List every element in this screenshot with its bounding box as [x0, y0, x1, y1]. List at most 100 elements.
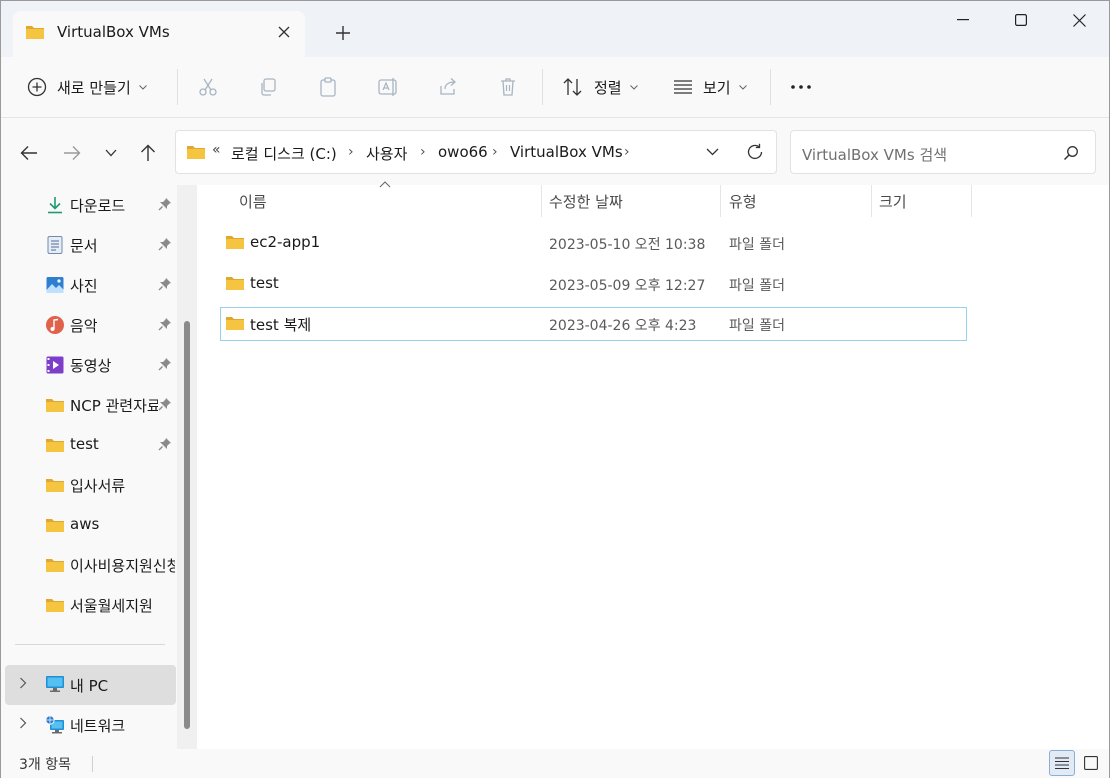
- search-icon[interactable]: [1063, 145, 1079, 161]
- folder-icon: [45, 395, 65, 415]
- details-view-button[interactable]: [1049, 750, 1075, 776]
- file-type: 파일 폴더: [729, 237, 785, 253]
- table-row-focused[interactable]: test 복제 2023-04-26 오후 4:23 파일 폴더: [220, 307, 967, 341]
- delete-button[interactable]: [498, 71, 518, 103]
- sidebar-item-music[interactable]: 음악: [1, 305, 176, 345]
- breadcrumb-separator-icon[interactable]: ›: [624, 144, 630, 160]
- sidebar-item-test[interactable]: test: [1, 425, 176, 465]
- tab-virtualbox-vms[interactable]: VirtualBox VMs: [13, 11, 305, 57]
- status-bar: 3개 항목: [1, 749, 1109, 778]
- pin-icon[interactable]: [158, 197, 172, 211]
- folder-icon: [186, 144, 206, 160]
- sidebar-scrollbar-thumb[interactable]: [184, 321, 190, 729]
- close-tab-icon[interactable]: [273, 21, 295, 43]
- column-header-type[interactable]: 유형: [721, 185, 871, 217]
- close-window-button[interactable]: [1051, 5, 1107, 35]
- details-view-icon: [1055, 757, 1069, 769]
- chevron-right-icon[interactable]: [19, 677, 27, 689]
- breadcrumb-user-folder[interactable]: owo66: [438, 143, 488, 161]
- sidebar-item-aws[interactable]: aws: [1, 505, 176, 545]
- file-date: 2023-04-26 오후 4:23: [549, 318, 697, 334]
- pin-icon[interactable]: [158, 437, 172, 451]
- refresh-icon[interactable]: [746, 143, 764, 161]
- sidebar-item-label: 문서: [70, 237, 98, 255]
- file-name[interactable]: ec2-app1: [250, 233, 320, 251]
- pin-icon[interactable]: [158, 237, 172, 251]
- plus-circle-icon: [27, 77, 47, 97]
- more-options-icon: [791, 85, 811, 89]
- breadcrumb-users[interactable]: 사용자: [366, 143, 407, 164]
- file-name[interactable]: test 복제: [250, 314, 311, 335]
- pin-icon[interactable]: [158, 357, 172, 371]
- column-header-label: 유형: [729, 193, 757, 211]
- download-icon: [45, 195, 65, 215]
- view-button[interactable]: 보기: [673, 71, 747, 103]
- paste-button[interactable]: [318, 71, 338, 103]
- file-name[interactable]: test: [250, 274, 279, 292]
- more-options-button[interactable]: [791, 71, 811, 103]
- sidebar-item-label: NCP 관련자료: [70, 397, 158, 415]
- tab-title: VirtualBox VMs: [57, 23, 170, 41]
- table-row[interactable]: test 2023-05-09 오후 12:27 파일 폴더: [220, 267, 967, 301]
- table-row[interactable]: ec2-app1 2023-05-10 오전 10:38 파일 폴더: [220, 226, 967, 260]
- search-box[interactable]: VirtualBox VMs 검색: [790, 130, 1096, 174]
- sidebar-item-pictures[interactable]: 사진: [1, 265, 176, 305]
- sidebar-item-onboarding-docs[interactable]: 입사서류: [1, 465, 176, 505]
- cut-button[interactable]: [198, 71, 218, 103]
- chevron-down-icon: [105, 149, 117, 157]
- sidebar-item-moving-support[interactable]: 이사비용지원신청: [1, 545, 176, 585]
- sidebar-item-seoul-rent[interactable]: 서울월세지원: [1, 585, 176, 625]
- sidebar-item-downloads[interactable]: 다운로드: [1, 185, 176, 225]
- folder-icon: [45, 435, 65, 455]
- arrow-right-icon: [63, 145, 81, 161]
- new-item-button[interactable]: 새로 만들기: [27, 71, 147, 103]
- address-bar[interactable]: « 로컬 디스크 (C:) › 사용자 › owo66 › VirtualBox…: [175, 130, 777, 174]
- column-header-name[interactable]: 이름: [197, 185, 541, 217]
- pin-icon[interactable]: [158, 397, 172, 411]
- large-icons-view-button[interactable]: [1078, 750, 1104, 776]
- rename-icon: [378, 77, 400, 97]
- new-tab-button[interactable]: [331, 21, 355, 45]
- clipboard-icon: [318, 77, 338, 97]
- column-header-size[interactable]: 크기: [872, 185, 972, 217]
- sidebar-item-documents[interactable]: 문서: [1, 225, 176, 265]
- share-button[interactable]: [438, 71, 458, 103]
- folder-icon: [45, 555, 65, 575]
- back-button[interactable]: [15, 139, 43, 167]
- minimize-button[interactable]: [935, 5, 991, 35]
- maximize-button[interactable]: [993, 5, 1049, 35]
- folder-icon: [45, 475, 65, 495]
- column-divider[interactable]: [971, 185, 972, 217]
- sidebar-item-label: 사진: [70, 277, 98, 295]
- toolbar-divider: [770, 69, 771, 105]
- breadcrumb-current-folder[interactable]: VirtualBox VMs: [510, 143, 623, 161]
- sidebar-item-ncp[interactable]: NCP 관련자료: [1, 385, 176, 425]
- file-list-pane: 이름 수정한 날짜 유형 크기 ec2-app1 2023-05-10 오전 1…: [197, 181, 1109, 749]
- sidebar-item-this-pc[interactable]: 내 PC: [5, 665, 176, 705]
- breadcrumb-overflow[interactable]: «: [212, 142, 221, 158]
- breadcrumb-local-disk[interactable]: 로컬 디스크 (C:): [231, 143, 337, 164]
- pin-icon[interactable]: [158, 317, 172, 331]
- sort-button[interactable]: 정렬: [562, 71, 638, 103]
- breadcrumb-separator-icon[interactable]: ›: [348, 144, 354, 160]
- sidebar-item-network[interactable]: 네트워크: [1, 705, 176, 745]
- folder-icon: [25, 24, 45, 40]
- address-history-chevron-icon[interactable]: [706, 148, 719, 156]
- rename-button[interactable]: [378, 71, 400, 103]
- breadcrumb-separator-icon[interactable]: ›: [420, 144, 426, 160]
- sidebar-item-videos[interactable]: 동영상: [1, 345, 176, 385]
- chevron-right-icon[interactable]: [19, 717, 27, 729]
- folder-icon: [45, 595, 65, 615]
- recent-locations-button[interactable]: [97, 139, 125, 167]
- chevron-down-icon: [138, 84, 147, 90]
- copy-button[interactable]: [258, 71, 278, 103]
- file-type: 파일 폴더: [729, 318, 785, 334]
- forward-button[interactable]: [58, 139, 86, 167]
- file-date: 2023-05-10 오전 10:38: [549, 237, 706, 253]
- up-button[interactable]: [134, 139, 162, 167]
- video-icon: [45, 355, 65, 375]
- pin-icon[interactable]: [158, 277, 172, 291]
- toolbar-divider: [177, 69, 178, 105]
- breadcrumb-separator-icon[interactable]: ›: [492, 144, 498, 160]
- column-header-date[interactable]: 수정한 날짜: [542, 185, 720, 217]
